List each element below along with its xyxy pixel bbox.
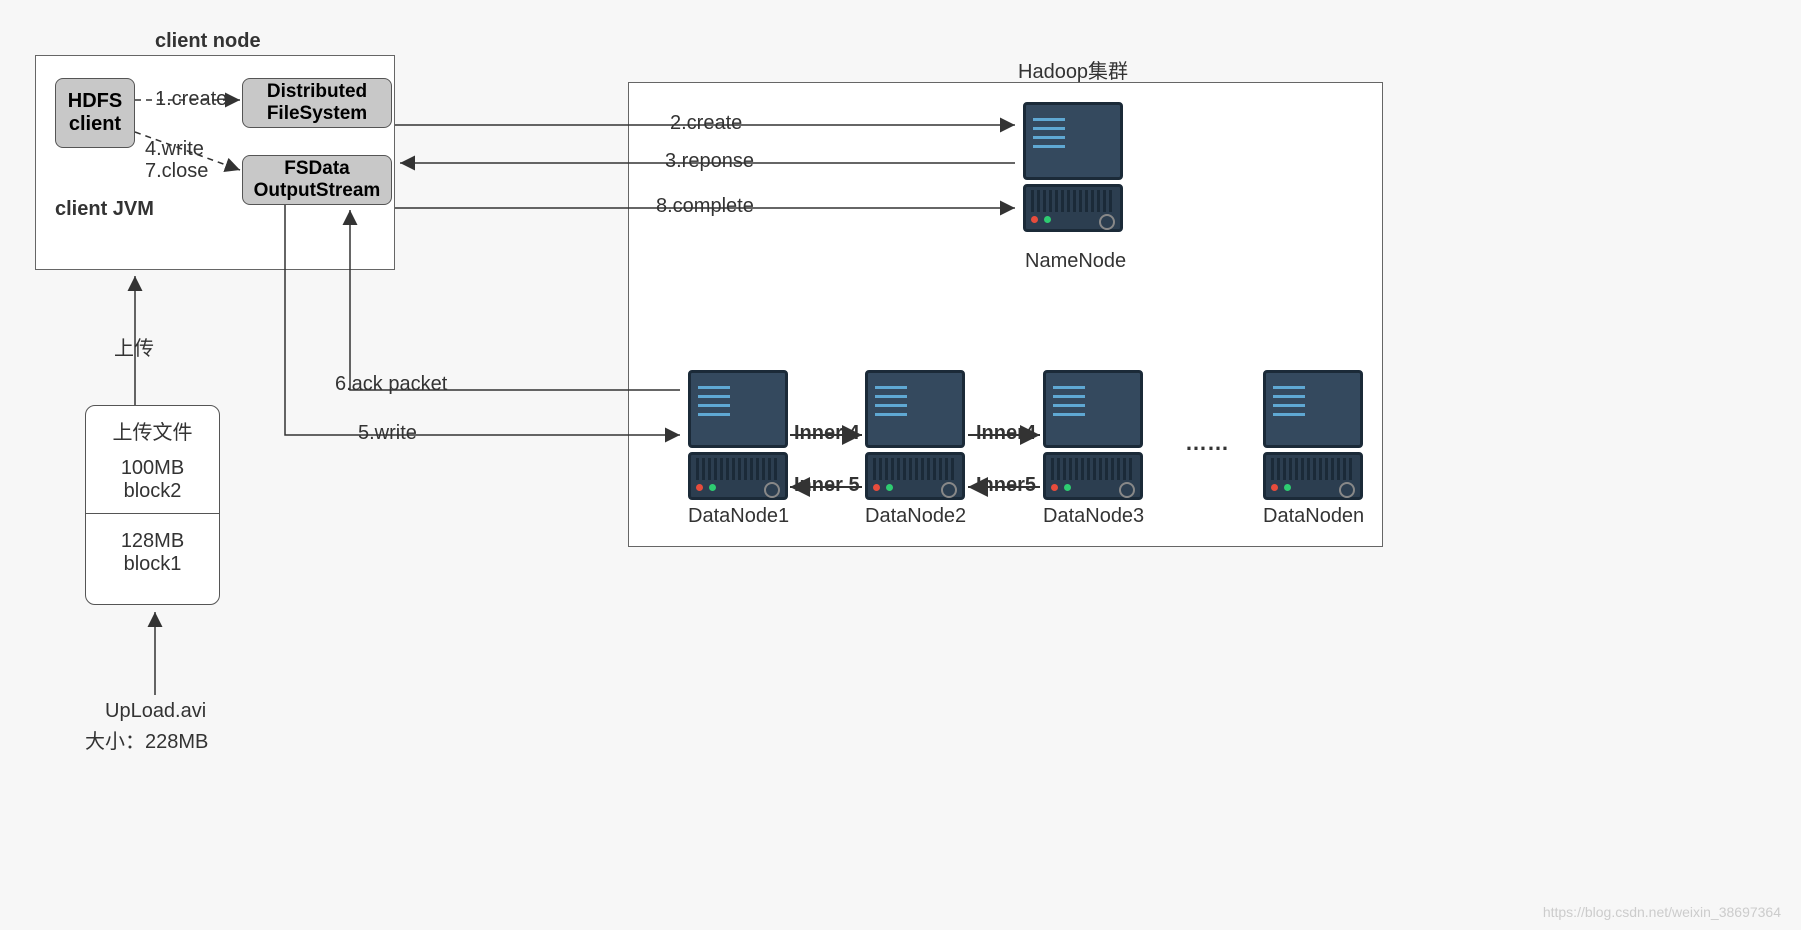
datanode2-label: DataNode2 (865, 505, 966, 528)
namenode-label: NameNode (1025, 250, 1126, 273)
step-1: 1.create (155, 88, 227, 111)
watermark: https://blog.csdn.net/weixin_38697364 (1543, 904, 1781, 920)
client-jvm-label: client JVM (55, 198, 154, 221)
step-5: 5.write (358, 422, 417, 445)
step-6: 6.ack packet (335, 373, 447, 396)
step-4: 4.write (145, 138, 204, 161)
step-3: 3.reponse (665, 150, 754, 173)
inner-4b: Inner4 (976, 422, 1036, 445)
distributed-fs-box: Distributed FileSystem (242, 78, 392, 128)
hadoop-title: Hadoop集群 (1018, 55, 1128, 84)
datanoden-label: DataNoden (1263, 505, 1364, 528)
namenode-server-icon (1023, 102, 1123, 232)
step-7: 7.close (145, 160, 208, 183)
datanode3-label: DataNode3 (1043, 505, 1144, 528)
datanoden-server-icon (1263, 370, 1363, 500)
inner-5a: Inner 5 (794, 474, 860, 497)
datanode1-server-icon (688, 370, 788, 500)
datanode3-server-icon (1043, 370, 1143, 500)
inner-4a: Inner 4 (794, 422, 860, 445)
upload-file-box: 上传文件 100MB block2 128MB block1 (85, 405, 220, 605)
upload-box-title: 上传文件 (86, 406, 219, 451)
upload-block2: 100MB block2 (86, 451, 219, 513)
upload-arrow-label: 上传 (110, 332, 158, 361)
inner-5b: Inner5 (976, 474, 1036, 497)
datanode-ellipsis: …… (1185, 430, 1229, 456)
upload-block1: 128MB block1 (86, 514, 219, 582)
datanode2-server-icon (865, 370, 965, 500)
upload-size: 大小：228MB (85, 725, 208, 754)
client-node-title: client node (155, 30, 261, 53)
hdfs-client-box: HDFS client (55, 78, 135, 148)
upload-filename: UpLoad.avi (105, 700, 206, 723)
fsdata-output-box: FSData OutputStream (242, 155, 392, 205)
step-2: 2.create (670, 112, 742, 135)
datanode1-label: DataNode1 (688, 505, 789, 528)
step-8: 8.complete (656, 195, 754, 218)
